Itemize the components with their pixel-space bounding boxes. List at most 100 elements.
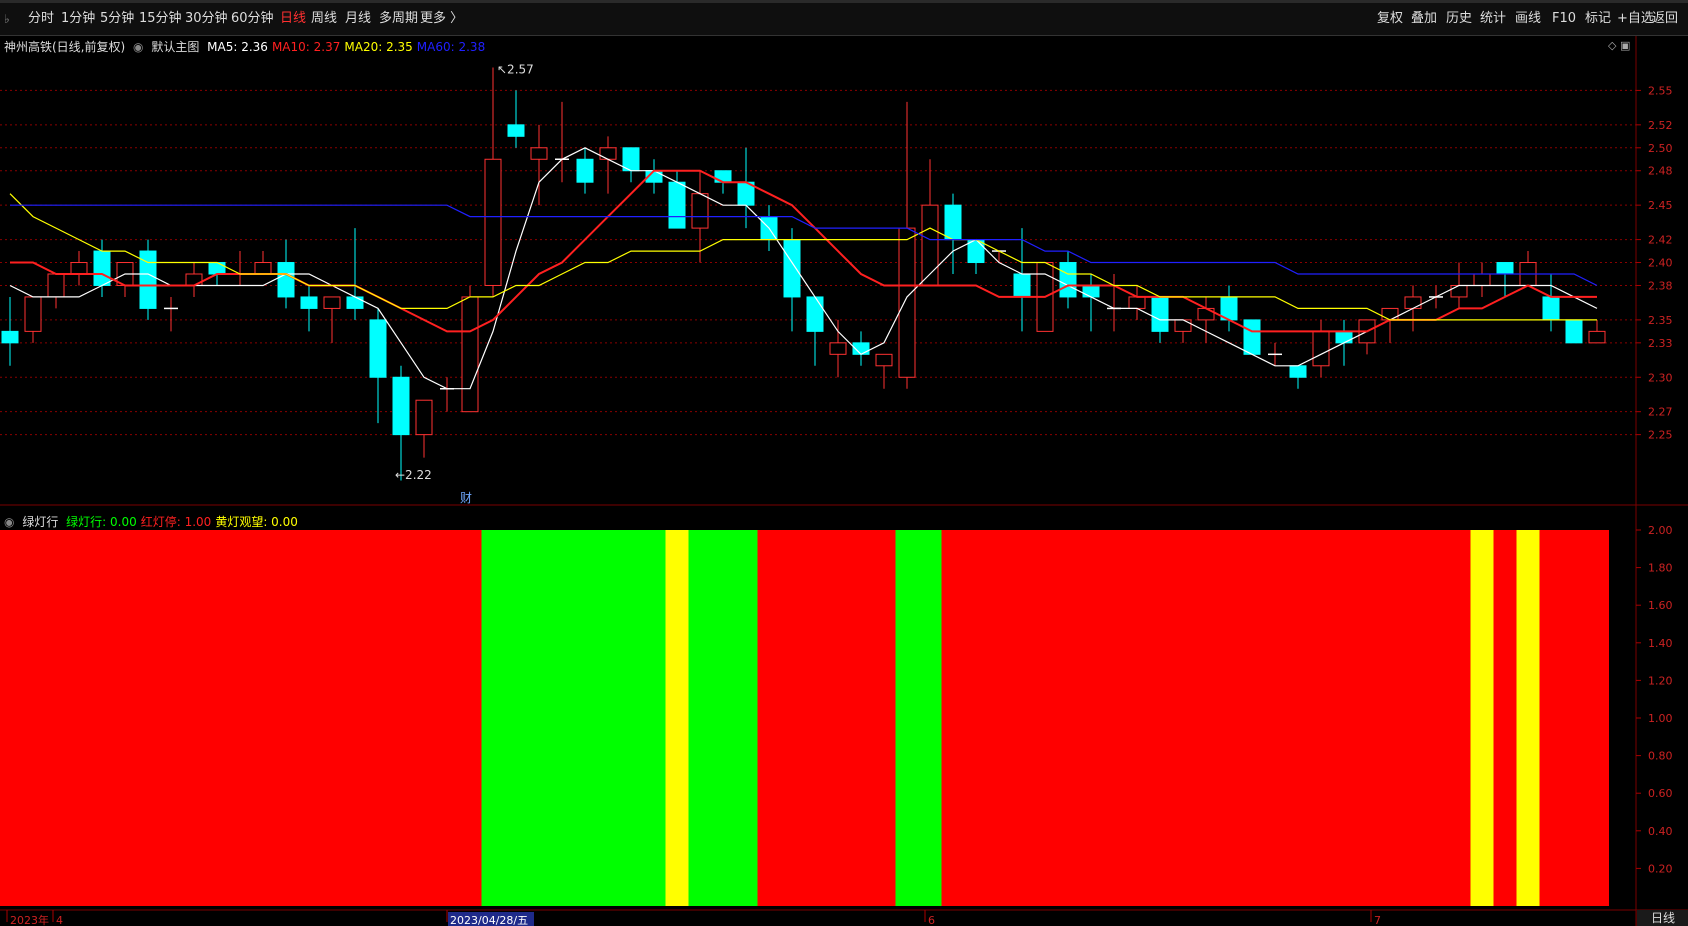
signal-bar (1401, 530, 1425, 906)
period-tab-8[interactable]: 月线 (345, 3, 371, 35)
candle-body (1335, 330, 1353, 344)
signal-bar (1470, 530, 1494, 906)
signal-bar (1585, 530, 1609, 906)
candle[interactable] (1519, 251, 1537, 286)
toolbar-tool-2[interactable]: 历史 (1446, 3, 1472, 35)
candle[interactable] (829, 319, 847, 378)
signal-bar (757, 530, 781, 906)
ma-line-ma5 (9, 147, 1598, 390)
candle-body (254, 262, 272, 275)
candle[interactable] (1381, 307, 1399, 343)
candle[interactable] (806, 296, 824, 366)
toolbar-tool-3[interactable]: 统计 (1480, 3, 1506, 35)
candle-body (668, 181, 686, 229)
period-tab-2[interactable]: 5分钟 (100, 3, 134, 35)
period-tab-6[interactable]: 日线 (280, 3, 306, 35)
candle[interactable] (139, 239, 157, 320)
period-tab-4[interactable]: 30分钟 (185, 3, 228, 35)
financial-event-marker[interactable]: 财 (460, 491, 472, 505)
candle[interactable] (47, 273, 65, 309)
candle[interactable] (783, 228, 801, 332)
candle[interactable] (1197, 296, 1215, 343)
ma-line-ma10 (10, 169, 1597, 333)
candle[interactable] (599, 136, 617, 194)
candle[interactable] (1312, 319, 1330, 378)
candle[interactable] (1243, 319, 1261, 355)
candle[interactable] (1473, 262, 1491, 297)
signal-bar (1378, 530, 1402, 906)
period-tab-10[interactable]: 更多 〉 (420, 3, 463, 35)
candle-body (1312, 330, 1330, 367)
signal-bar (366, 530, 390, 906)
signal-bar (895, 530, 919, 906)
candle[interactable] (921, 159, 939, 286)
candle[interactable] (369, 308, 387, 424)
candle[interactable] (415, 399, 433, 458)
candle[interactable] (875, 353, 893, 389)
candle[interactable] (24, 296, 42, 343)
candle[interactable] (622, 147, 640, 183)
candle[interactable] (300, 285, 318, 332)
signal-bar (734, 530, 758, 906)
candle[interactable] (898, 101, 916, 389)
toolbar-tool-0[interactable]: 复权 (1377, 3, 1403, 35)
candle-body (1243, 319, 1261, 355)
signal-bar (665, 530, 689, 906)
candle[interactable] (1082, 274, 1100, 332)
toolbar-tool-7[interactable]: +自选 (1617, 3, 1654, 35)
candle[interactable] (1059, 251, 1077, 309)
candle[interactable] (1128, 285, 1146, 320)
period-tab-9[interactable]: 多周期 (379, 3, 418, 35)
period-tab-0[interactable]: 分时 (28, 3, 54, 35)
candle[interactable] (484, 67, 502, 297)
candle[interactable] (185, 262, 203, 297)
candle[interactable] (1496, 262, 1514, 297)
candle[interactable] (440, 377, 454, 412)
candle[interactable] (164, 296, 178, 332)
candle[interactable] (1220, 285, 1238, 332)
candle[interactable] (233, 251, 247, 286)
period-tab-7[interactable]: 周线 (311, 3, 337, 35)
period-tab-3[interactable]: 15分钟 (139, 3, 182, 35)
period-tab-1[interactable]: 1分钟 (61, 3, 95, 35)
signal-bar (1240, 530, 1264, 906)
candle[interactable] (392, 365, 410, 481)
candle[interactable] (1013, 228, 1031, 332)
signal-bar (1102, 530, 1126, 906)
candle[interactable] (1542, 274, 1560, 332)
signal-bar (389, 530, 413, 906)
y-tick-label: 1.00 (1648, 712, 1673, 725)
candle[interactable] (1358, 319, 1376, 355)
candle[interactable] (1289, 365, 1307, 389)
candle[interactable] (1, 296, 19, 366)
menu-toggle-icon[interactable]: ♭ (4, 12, 10, 26)
period-tab-5[interactable]: 60分钟 (231, 3, 274, 35)
signal-bar (1516, 530, 1540, 906)
toolbar-tool-5[interactable]: F10 (1552, 3, 1576, 35)
candle[interactable] (555, 101, 569, 183)
candle[interactable] (1565, 319, 1583, 344)
candle[interactable] (944, 193, 962, 274)
candle[interactable] (461, 285, 479, 413)
candle[interactable] (576, 147, 594, 194)
period-indicator[interactable]: 日线 (1636, 910, 1688, 926)
signal-bar (274, 530, 298, 906)
candle[interactable] (346, 228, 364, 320)
candle[interactable] (70, 251, 88, 286)
signal-bar (826, 530, 850, 906)
candle-body (346, 296, 364, 309)
candle[interactable] (1588, 319, 1606, 344)
toolbar-tool-8[interactable]: 返回 (1652, 3, 1678, 35)
candle-body (1289, 365, 1307, 378)
candle[interactable] (1268, 342, 1282, 366)
toolbar-tool-1[interactable]: 叠加 (1411, 3, 1437, 35)
candle-body (783, 239, 801, 298)
candle-body (1381, 307, 1399, 321)
toolbar-tool-4[interactable]: 画线 (1515, 3, 1541, 35)
candle[interactable] (507, 90, 525, 148)
candle-body (1174, 319, 1192, 332)
toolbar-tool-6[interactable]: 标记 (1585, 3, 1611, 35)
candle[interactable] (116, 262, 134, 297)
candle[interactable] (530, 124, 548, 206)
candle[interactable] (254, 251, 272, 275)
